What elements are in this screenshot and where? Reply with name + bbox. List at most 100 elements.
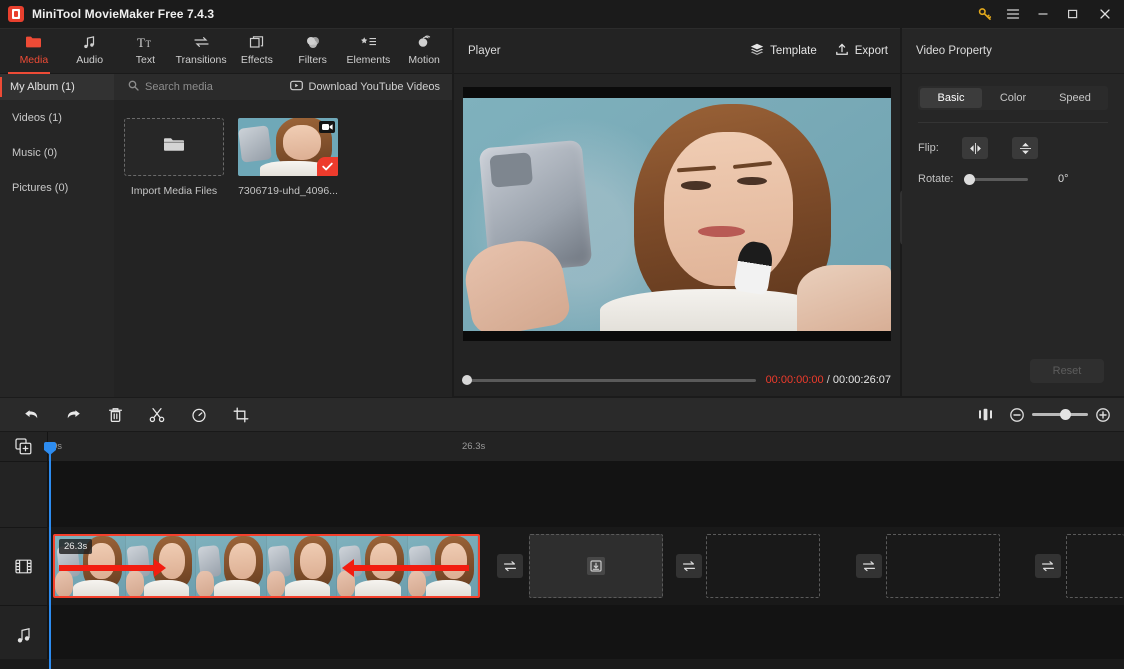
player-header-actions: Template Export (750, 43, 888, 59)
maximize-icon[interactable] (1058, 0, 1088, 28)
placeholder-slot-4[interactable] (1066, 534, 1124, 598)
annotation-arrow-right (59, 559, 166, 577)
sidebar-item-label: Music (0) (12, 146, 58, 159)
crop-button[interactable] (220, 398, 262, 432)
folder-icon (25, 33, 42, 51)
transition-button-2[interactable] (676, 554, 702, 578)
sidebar-item-videos[interactable]: Videos (1) (0, 100, 114, 135)
rotate-slider[interactable] (964, 173, 1028, 185)
tab-color[interactable]: Color (982, 88, 1044, 108)
timeline-scrollbar[interactable] (0, 659, 1124, 669)
fit-timeline-button[interactable] (964, 398, 1006, 432)
annotation-arrow-left (342, 559, 469, 577)
split-button[interactable] (136, 398, 178, 432)
category-tab-audio[interactable]: Audio (62, 29, 118, 74)
media-item-caption: 7306719-uhd_4096... (238, 185, 338, 197)
template-button[interactable]: Template (750, 43, 817, 59)
my-album-tab[interactable]: My Album (1) (0, 74, 114, 100)
property-divider (918, 122, 1108, 123)
music-note-icon (82, 33, 97, 51)
reset-button[interactable]: Reset (1030, 359, 1104, 383)
transition-button-4[interactable] (1035, 554, 1061, 578)
video-property-panel: Video Property Basic Color Speed Flip: R… (902, 28, 1124, 396)
flip-horizontal-icon[interactable] (962, 137, 988, 159)
svg-text:T: T (145, 39, 151, 49)
undo-button[interactable] (10, 398, 52, 432)
timeline-zoom-slider[interactable] (1032, 409, 1088, 420)
placeholder-slot-2[interactable] (706, 534, 820, 598)
time-separator: / (826, 374, 830, 386)
tab-label: Color (999, 92, 1027, 104)
category-label: Audio (76, 54, 104, 66)
video-preview[interactable] (463, 87, 891, 341)
transition-button-1[interactable] (497, 554, 523, 578)
delete-button[interactable] (94, 398, 136, 432)
category-tab-text[interactable]: T T Text (118, 29, 174, 74)
timeline-ruler[interactable]: 0s 26.3s (48, 432, 1124, 461)
search-input[interactable]: Search media (128, 78, 213, 96)
category-tab-effects[interactable]: Effects (229, 29, 285, 74)
rotate-value: 0° (1058, 173, 1069, 185)
timeline-clip[interactable]: 26.3s (53, 534, 480, 598)
category-tab-media[interactable]: Media (6, 29, 62, 74)
playhead[interactable] (44, 442, 56, 669)
edit-toolbar-left (10, 398, 262, 432)
player-panel: Player Template Export 00:00:00:00 / 00:… (454, 28, 900, 420)
progress-handle[interactable] (462, 375, 472, 385)
close-icon[interactable] (1088, 0, 1122, 28)
key-icon[interactable] (972, 0, 998, 28)
tab-speed[interactable]: Speed (1044, 88, 1106, 108)
category-tab-filters[interactable]: Filters (285, 29, 341, 74)
category-label: Effects (240, 54, 273, 66)
import-media-cell[interactable]: Import Media Files (124, 118, 224, 197)
playback-progress-slider[interactable] (462, 375, 756, 385)
category-label: Media (19, 54, 49, 66)
tab-basic[interactable]: Basic (920, 88, 982, 108)
overlay-track-row[interactable] (48, 461, 1124, 527)
menu-icon[interactable] (998, 0, 1028, 28)
timeline-zoom-handle[interactable] (1060, 409, 1071, 420)
track-gutter (0, 432, 48, 669)
minimize-icon[interactable] (1028, 0, 1058, 28)
placeholder-slot-1[interactable] (529, 534, 663, 598)
media-library-grid: Import Media Files 7306719-uhd_4096... (114, 100, 452, 397)
add-media-track-button[interactable] (0, 432, 47, 461)
category-tab-transitions[interactable]: Transitions (173, 29, 229, 74)
placeholder-slot-3[interactable] (886, 534, 1000, 598)
edit-toolbar-right (964, 398, 1114, 432)
window-controls (972, 0, 1124, 28)
youtube-download-icon (289, 78, 303, 96)
sidebar-item-music[interactable]: Music (0) (0, 135, 114, 170)
video-camera-icon (319, 121, 335, 133)
zoom-in-button[interactable] (1092, 398, 1114, 432)
video-eye-shape (681, 181, 712, 190)
flip-row: Flip: (918, 137, 1108, 159)
music-track-icon[interactable] (0, 605, 47, 665)
sidebar-item-pictures[interactable]: Pictures (0) (0, 170, 114, 205)
property-panel-title: Video Property (902, 29, 1124, 74)
import-media-dropzone[interactable] (124, 118, 224, 176)
media-item[interactable]: 7306719-uhd_4096... (238, 118, 338, 197)
transition-button-3[interactable] (856, 554, 882, 578)
rotate-handle[interactable] (964, 173, 975, 185)
tab-label: Speed (1059, 92, 1091, 104)
export-button[interactable]: Export (835, 43, 888, 59)
redo-button[interactable] (52, 398, 94, 432)
rotate-row: Rotate: 0° (918, 173, 1108, 185)
flip-vertical-icon[interactable] (1012, 137, 1038, 159)
zoom-out-button[interactable] (1006, 398, 1028, 432)
video-track-row[interactable]: 26.3s (48, 527, 1124, 605)
film-icon[interactable] (0, 527, 47, 605)
total-time: 00:00:26:07 (832, 374, 891, 386)
media-thumbnail[interactable] (238, 118, 338, 176)
effects-icon (249, 33, 265, 51)
search-icon (128, 78, 139, 96)
media-search-bar: My Album (1) Search media Download YouTu… (0, 74, 452, 100)
download-youtube-button[interactable]: Download YouTube Videos (289, 78, 440, 96)
category-tab-motion[interactable]: Motion (396, 29, 452, 74)
app-window: MiniTool MovieMaker Free 7.4.3 Media Aud… (0, 0, 1124, 669)
import-media-label: Import Media Files (130, 185, 218, 197)
layers-icon (750, 43, 764, 59)
speed-button[interactable] (178, 398, 220, 432)
category-tab-elements[interactable]: Elements (341, 29, 397, 74)
